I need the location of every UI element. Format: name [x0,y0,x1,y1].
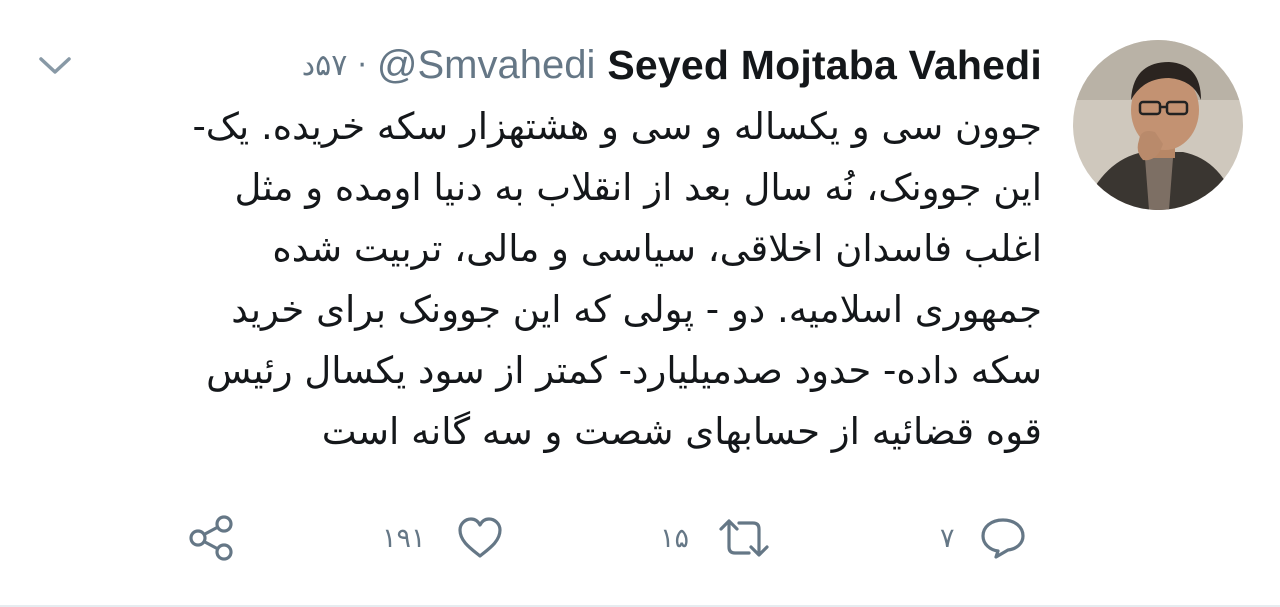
action-bar: ۷ ۱۵ ۱۹۱ [0,510,1280,566]
timestamp[interactable]: ۵۷د [302,48,348,83]
tweet-text-line: قوه قضائیه از حسابهای شصت و سه گانه است [321,410,1042,453]
share-button[interactable] [186,510,238,566]
tweet-text-line: سکه داده- حدود صدمیلیارد- کمتر از سود یک… [206,349,1042,392]
retweet-button[interactable]: ۱۵ [660,510,773,566]
tweet-text-line: این جوونک، نُه سال بعد از انقلاب به دنیا… [234,166,1042,209]
tweet-header: Seyed Mojtaba Vahedi @Smvahedi · ۵۷د [302,38,1042,92]
avatar[interactable] [1073,40,1243,210]
heart-icon [456,515,504,561]
tweet-text-line: جمهوری اسلامیه. دو - پولی که این جوونک ب… [231,288,1042,331]
share-icon [186,513,238,563]
reply-button[interactable]: ۷ [940,510,1027,566]
retweet-icon [715,515,773,561]
avatar-photo [1073,40,1243,210]
chevron-down-icon[interactable] [37,52,73,78]
user-handle[interactable]: @Smvahedi [377,43,595,88]
tweet-text-line: جوون سی و یکساله و سی و هشتهزار سکه خرید… [192,105,1042,148]
tweet-card[interactable]: Seyed Mojtaba Vahedi @Smvahedi · ۵۷د جوو… [0,0,1280,607]
tweet-text-line: اغلب فاسدان اخلاقی، سیاسی و مالی، تربیت … [272,227,1042,270]
separator-dot: · [357,47,367,83]
tweet-text: جوون سی و یکساله و سی و هشتهزار سکه خرید… [72,96,1042,462]
reply-icon [979,515,1027,561]
like-count: ۱۹۱ [382,522,426,554]
display-name[interactable]: Seyed Mojtaba Vahedi [607,42,1042,89]
like-button[interactable]: ۱۹۱ [382,510,504,566]
reply-count: ۷ [940,522,955,554]
retweet-count: ۱۵ [660,522,690,554]
